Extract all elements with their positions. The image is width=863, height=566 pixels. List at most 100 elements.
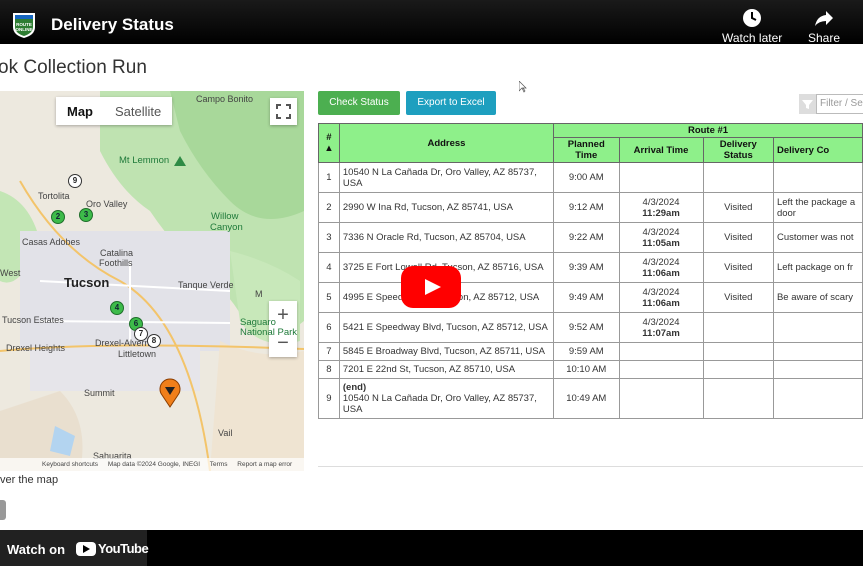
map-label-tucson: Tucson: [64, 275, 110, 290]
row-number: 1: [318, 162, 340, 193]
table-row[interactable]: 2 2990 W Ina Rd, Tucson, AZ 85741, USA 9…: [318, 192, 863, 223]
watch-on-youtube-button[interactable]: Watch on YouTube: [0, 530, 149, 566]
row-status: Visited: [702, 252, 774, 283]
clock-icon: [743, 9, 762, 27]
video-top-bar: ROUTE ONLINE Delivery Status Watch later…: [0, 0, 863, 45]
row-number: 7: [318, 342, 340, 361]
route-online-logo[interactable]: ROUTE ONLINE: [9, 10, 39, 40]
map-marker[interactable]: 9: [68, 174, 82, 188]
row-arrival: 4/3/2024 11:05am: [618, 222, 704, 253]
map-background: [0, 91, 304, 471]
row-address: 7336 N Oracle Rd, Tucson, AZ 85704, USA: [338, 222, 555, 253]
route-title: Route #1: [553, 123, 863, 138]
map-marker[interactable]: 2: [51, 210, 65, 224]
check-status-button[interactable]: Check Status: [318, 91, 400, 115]
cursor-icon: [519, 81, 527, 93]
table-row[interactable]: 9 (end) 10540 N La Cañada Dr, Oro Valley,…: [318, 378, 863, 419]
row-planned: 10:49 AM: [553, 378, 620, 419]
delivery-comments-header[interactable]: Delivery Co: [772, 137, 863, 163]
row-planned: 9:39 AM: [553, 252, 620, 283]
map-data-attribution: Map data ©2024 Google, INEGI: [107, 461, 201, 468]
map-label-canyon: Canyon: [210, 222, 243, 233]
row-status: Visited: [702, 222, 774, 253]
row-address: 5421 E Speedway Blvd, Tucson, AZ 85712, …: [338, 312, 555, 343]
filter-input[interactable]: Filter / Sea: [816, 94, 863, 114]
scroll-handle[interactable]: [0, 500, 6, 520]
row-number: 8: [318, 360, 340, 379]
share-button[interactable]: Share: [808, 8, 840, 45]
terms-link[interactable]: Terms: [210, 461, 228, 468]
report-map-error-link[interactable]: Report a map error: [237, 461, 292, 468]
row-comment: [772, 312, 863, 343]
map-marker[interactable]: 3: [79, 208, 93, 222]
row-comment: Be aware of scary: [772, 282, 863, 313]
map-type-map[interactable]: Map: [56, 97, 104, 125]
orange-pin-icon[interactable]: [159, 378, 181, 408]
row-address: 5845 E Broadway Blvd, Tucson, AZ 85711, …: [338, 342, 555, 361]
row-arrival: 4/3/2024 11:07am: [618, 312, 704, 343]
share-arrow-icon: [815, 11, 834, 26]
row-arrival: [618, 342, 704, 361]
row-comment: [772, 378, 863, 419]
map-marker[interactable]: 7: [134, 327, 148, 341]
row-status: [702, 342, 774, 361]
map-label-foothills: Foothills: [99, 258, 133, 268]
map-label-national-park: National Park: [240, 327, 298, 338]
fullscreen-icon: [276, 104, 291, 119]
row-number: 6: [318, 312, 340, 343]
row-planned: 9:12 AM: [553, 192, 620, 223]
row-planned: 9:59 AM: [553, 342, 620, 361]
row-arrival: [618, 162, 704, 193]
map-label-littletown: Littletown: [118, 349, 157, 359]
map-label-mt-lemmon: Mt Lemmon: [119, 155, 170, 166]
num-header[interactable]: # ▲: [318, 123, 340, 163]
page-title: ok Collection Run: [0, 57, 147, 78]
fullscreen-button[interactable]: [270, 98, 297, 125]
planned-time-header[interactable]: Planned Time: [553, 137, 620, 163]
table-row[interactable]: 1 10540 N La Cañada Dr, Oro Valley, AZ 8…: [318, 162, 863, 193]
map-marker[interactable]: 4: [110, 301, 124, 315]
row-status: Visited: [702, 282, 774, 313]
row-arrival: 4/3/2024 11:06am: [618, 252, 704, 283]
row-arrival: 4/3/2024 11:29am: [618, 192, 704, 223]
map-label-tortolita: Tortolita: [38, 191, 70, 201]
map-label-catalina: Catalina: [100, 248, 134, 258]
table-row[interactable]: 6 5421 E Speedway Blvd, Tucson, AZ 85712…: [318, 312, 863, 343]
row-number: 2: [318, 192, 340, 223]
row-arrival: [618, 378, 704, 419]
watch-later-button[interactable]: Watch later: [722, 8, 782, 45]
watch-on-label: Watch on: [7, 542, 66, 557]
row-number: 3: [318, 222, 340, 253]
row-number: 4: [318, 252, 340, 283]
map-type-toggle[interactable]: Map Satellite: [56, 97, 173, 125]
row-planned: 9:49 AM: [553, 282, 620, 313]
video-frame[interactable]: ok Collection Run Map Satellite + − Camp…: [0, 44, 863, 530]
arrival-time-header[interactable]: Arrival Time: [618, 137, 704, 163]
keyboard-shortcuts-link[interactable]: Keyboard shortcuts: [42, 461, 98, 468]
row-address: 7201 E 22nd St, Tucson, AZ 85710, USA: [338, 360, 555, 379]
video-title[interactable]: Delivery Status: [51, 15, 174, 35]
address-header[interactable]: Address: [338, 123, 555, 163]
play-icon[interactable]: [401, 266, 461, 308]
row-comment: [772, 162, 863, 193]
sort-asc-icon[interactable]: ▲: [322, 143, 336, 154]
watch-later-label: Watch later: [722, 31, 783, 45]
funnel-icon[interactable]: [799, 94, 816, 114]
table-row[interactable]: 8 7201 E 22nd St, Tucson, AZ 85710, USA …: [318, 360, 863, 379]
map-panel[interactable]: Map Satellite + − Campo Bonito Mt Lemmon…: [0, 91, 304, 471]
map-label-oro-valley: Oro Valley: [86, 199, 128, 209]
map-footer: Keyboard shortcuts Map data ©2024 Google…: [0, 458, 304, 471]
row-address: (end) 10540 N La Cañada Dr, Oro Valley, A…: [338, 378, 555, 419]
table-row[interactable]: 3 7336 N Oracle Rd, Tucson, AZ 85704, US…: [318, 222, 863, 253]
map-type-satellite[interactable]: Satellite: [104, 97, 172, 125]
delivery-status-header[interactable]: Delivery Status: [702, 137, 774, 163]
map-marker[interactable]: 8: [147, 334, 161, 348]
row-comment: Customer was not: [772, 222, 863, 253]
youtube-logo-icon: YouTube: [76, 541, 149, 556]
table-row[interactable]: 7 5845 E Broadway Blvd, Tucson, AZ 85711…: [318, 342, 863, 361]
map-label-west: West: [0, 268, 21, 278]
row-comment: Left package on fr: [772, 252, 863, 283]
row-status: [702, 360, 774, 379]
row-planned: 10:10 AM: [553, 360, 620, 379]
export-excel-button[interactable]: Export to Excel: [406, 91, 496, 115]
